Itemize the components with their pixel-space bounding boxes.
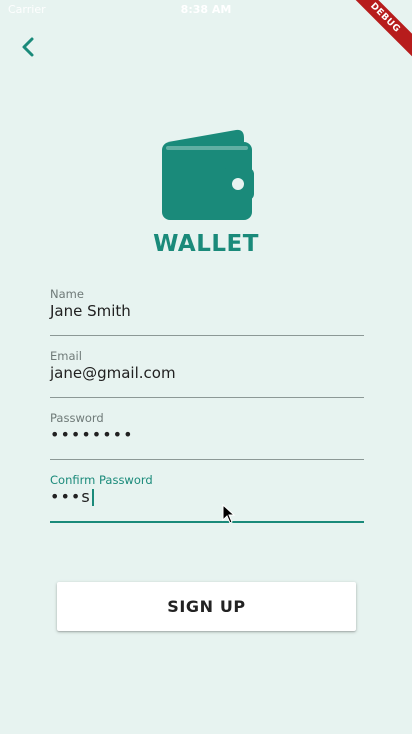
- app-title: WALLET: [153, 231, 259, 257]
- back-button[interactable]: [14, 33, 42, 61]
- password-field-value: ••••••••: [50, 425, 134, 444]
- confirm-password-field-value-wrap: •••s: [50, 487, 94, 506]
- name-field[interactable]: Name Jane Smith: [50, 287, 364, 336]
- wallet-icon: [162, 129, 254, 220]
- sign-up-button[interactable]: SIGN UP: [57, 582, 356, 631]
- name-field-value: Jane Smith: [50, 302, 131, 320]
- password-field-label: Password: [50, 411, 104, 425]
- mouse-pointer-icon: [222, 504, 236, 524]
- password-field[interactable]: Password ••••••••: [50, 411, 364, 460]
- email-field-value: jane@gmail.com: [50, 364, 176, 382]
- status-time: 8:38 AM: [180, 3, 232, 16]
- email-field[interactable]: Email jane@gmail.com: [50, 349, 364, 398]
- text-caret: [91, 489, 94, 506]
- name-field-label: Name: [50, 287, 84, 301]
- confirm-password-field-value: •••s: [50, 487, 91, 506]
- chevron-left-icon: [22, 37, 34, 57]
- email-field-label: Email: [50, 349, 82, 363]
- status-bar: Carrier 8:38 AM: [0, 0, 412, 22]
- confirm-password-field-label: Confirm Password: [50, 473, 153, 487]
- confirm-password-field[interactable]: Confirm Password •••s: [50, 473, 364, 523]
